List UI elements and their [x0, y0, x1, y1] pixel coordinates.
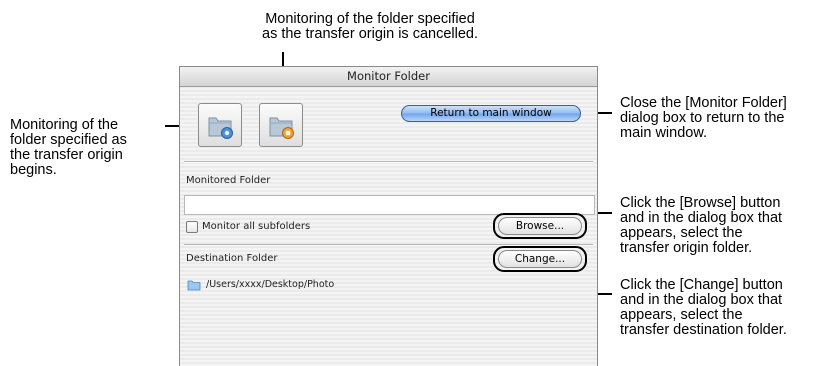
folder-start-icon [208, 117, 233, 139]
folder-icon [187, 280, 201, 291]
callout-line: appears, select the [620, 307, 743, 323]
browse-button[interactable]: Browse... [498, 217, 582, 235]
callout-line: main window. [620, 125, 708, 141]
folder-stop-icon [269, 117, 294, 139]
separator [184, 161, 593, 163]
callout-stop-monitoring: Monitoring of the folder specified as th… [262, 12, 478, 42]
callout-line: and in the dialog box that [620, 210, 783, 226]
monitored-folder-label: Monitored Folder [186, 175, 271, 186]
callout-line: dialog box to return to the [620, 110, 785, 126]
callout-line: Monitoring of the folder specified [265, 11, 475, 27]
return-to-main-window-button[interactable]: Return to main window [401, 105, 581, 122]
monitor-folder-window: Monitor Folder Return to main window Mon… [179, 66, 598, 366]
window-title: Monitor Folder [180, 67, 597, 87]
destination-folder-label: Destination Folder [186, 253, 278, 264]
callout-line: Monitoring of the [10, 117, 119, 133]
callout-line: the transfer origin [10, 147, 123, 163]
callout-change: Click the [Change] button and in the dia… [620, 278, 787, 338]
start-monitoring-button[interactable] [198, 103, 242, 147]
monitor-subfolders-label: Monitor all subfolders [202, 221, 311, 232]
callout-line: Click the [Browse] button [620, 195, 781, 211]
callout-start-monitoring: Monitoring of the folder specified as th… [10, 118, 127, 178]
monitored-folder-field[interactable] [184, 195, 595, 215]
callout-line: transfer origin folder. [620, 240, 753, 256]
monitor-subfolders-checkbox[interactable] [186, 221, 198, 233]
callout-line: transfer destination folder. [620, 322, 787, 338]
callout-line: as the transfer origin is cancelled. [262, 26, 478, 42]
callout-return: Close the [Monitor Folder] dialog box to… [620, 96, 787, 141]
callout-line: folder specified as [10, 132, 127, 148]
callout-line: Click the [Change] button [620, 277, 783, 293]
stop-monitoring-button[interactable] [259, 103, 303, 147]
callout-line: Close the [Monitor Folder] [620, 95, 787, 111]
change-button[interactable]: Change... [498, 250, 582, 268]
callout-line: begins. [10, 162, 57, 178]
callout-line: and in the dialog box that [620, 292, 783, 308]
destination-path: /Users/xxxx/Desktop/Photo [206, 279, 335, 290]
callout-line: appears, select the [620, 225, 743, 241]
callout-browse: Click the [Browse] button and in the dia… [620, 196, 782, 256]
